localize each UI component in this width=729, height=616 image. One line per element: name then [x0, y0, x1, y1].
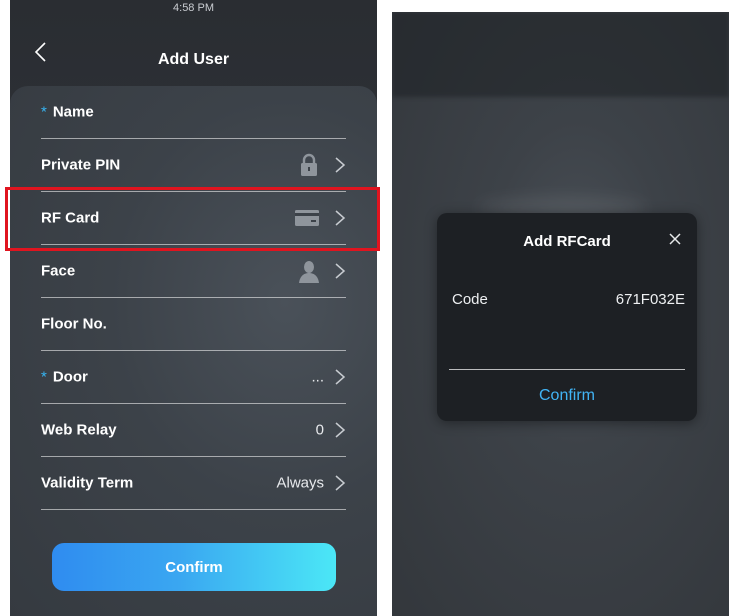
lock-icon	[301, 153, 317, 176]
door-label: * Door	[41, 368, 88, 386]
chevron-right-icon	[335, 475, 346, 491]
add-rfcard-screen: Add RFCard Code 671F032E Confirm	[392, 12, 729, 616]
name-label: * Name	[41, 103, 94, 121]
page-title: Add User	[157, 51, 230, 68]
divider	[449, 369, 685, 370]
user-form: * Name Private PIN RF Card Face Floor No…	[10, 86, 377, 616]
private-pin-row[interactable]: Private PIN	[41, 139, 346, 192]
web-relay-label: Web Relay	[41, 421, 117, 439]
chevron-right-icon	[335, 422, 346, 438]
name-row[interactable]: * Name	[41, 86, 346, 139]
chevron-right-icon	[335, 263, 346, 279]
required-mark: *	[41, 368, 47, 386]
dialog-title: Add RFCard	[523, 233, 611, 250]
person-icon	[299, 261, 319, 283]
add-user-screen: 4:58 PM Add User * Name Private PIN RF Ca…	[10, 0, 377, 616]
validity-term-label: Validity Term	[41, 474, 134, 492]
close-button[interactable]	[667, 231, 683, 247]
private-pin-label: Private PIN	[41, 156, 121, 174]
web-relay-row[interactable]: Web Relay 0	[41, 404, 346, 457]
code-value: 671F032E	[615, 291, 685, 308]
confirm-button[interactable]: Confirm	[52, 543, 336, 591]
chevron-right-icon	[335, 369, 346, 385]
add-rfcard-dialog: Add RFCard Code 671F032E Confirm	[437, 213, 697, 421]
door-value: ...	[311, 368, 324, 386]
door-row[interactable]: * Door ...	[41, 351, 346, 404]
validity-term-row[interactable]: Validity Term Always	[41, 457, 346, 510]
code-label: Code	[452, 291, 488, 308]
chevron-right-icon	[335, 157, 346, 173]
floor-no-label: Floor No.	[41, 315, 107, 333]
floor-no-row[interactable]: Floor No.	[41, 298, 346, 351]
blurred-header	[392, 12, 729, 97]
required-mark: *	[41, 103, 47, 121]
status-time: 4:58 PM	[173, 2, 214, 14]
validity-term-value: Always	[276, 474, 324, 492]
close-icon	[669, 233, 681, 245]
face-row[interactable]: Face	[41, 245, 346, 298]
face-label: Face	[41, 262, 76, 280]
rf-card-highlight	[5, 187, 380, 251]
web-relay-value: 0	[315, 421, 324, 439]
dialog-confirm-button[interactable]: Confirm	[437, 387, 697, 405]
